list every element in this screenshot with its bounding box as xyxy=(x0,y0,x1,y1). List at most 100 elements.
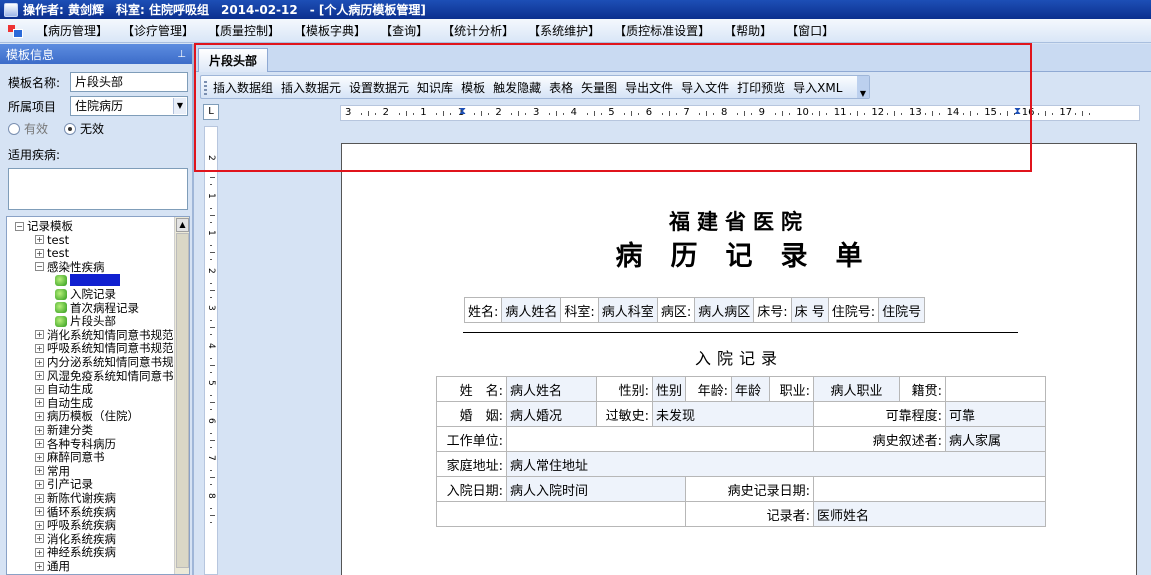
toolbar-overflow-icon[interactable]: ▼ xyxy=(857,76,869,98)
toolbar-button[interactable]: 导入文件 xyxy=(681,79,729,96)
field-native-place[interactable] xyxy=(945,376,1046,402)
project-select[interactable]: 住院病历 ▼ xyxy=(70,96,188,116)
tree-item[interactable]: + 新建分类 xyxy=(35,423,93,437)
tree-item[interactable]: − 记录模板 xyxy=(15,219,73,233)
radio-invalid[interactable] xyxy=(64,122,77,135)
left-indent-marker-icon[interactable]: ⧗ xyxy=(459,106,466,117)
tree-item[interactable]: + 内分泌系统知情同意书规 xyxy=(35,355,174,369)
expand-icon[interactable]: + xyxy=(35,452,44,462)
expand-icon[interactable]: + xyxy=(35,439,44,449)
expand-icon[interactable]: + xyxy=(35,384,44,394)
pin-icon[interactable]: ⊥ xyxy=(177,49,186,60)
vertical-ruler[interactable]: 2 1 1 2 3 4 5 6 7 8 xyxy=(204,126,218,575)
tree-item[interactable]: + test xyxy=(35,246,69,260)
tree-item[interactable]: + 消化系统知情同意书规范 xyxy=(35,328,174,342)
menu-medical-records[interactable]: 【病历管理】 xyxy=(36,22,108,39)
scroll-thumb[interactable] xyxy=(176,233,189,568)
header-field[interactable]: 病人病区 xyxy=(694,297,755,323)
field-admission-date[interactable]: 病人入院时间 xyxy=(505,476,687,502)
expand-icon[interactable]: + xyxy=(35,466,44,476)
menu-quality-control[interactable]: 【质量控制】 xyxy=(208,22,280,39)
chevron-down-icon[interactable]: ▼ xyxy=(173,98,186,114)
toolbar-button[interactable]: 表格 xyxy=(549,79,573,96)
expand-icon[interactable]: + xyxy=(35,520,44,530)
toolbar-button[interactable]: 知识库 xyxy=(417,79,453,96)
toolbar-button[interactable]: 导出文件 xyxy=(625,79,673,96)
tree-item[interactable]: + 呼吸系统疾病 xyxy=(35,518,116,532)
expand-icon[interactable]: + xyxy=(35,357,44,367)
menu-diagnosis[interactable]: 【诊疗管理】 xyxy=(122,22,194,39)
menu-template-dictionary[interactable]: 【模板字典】 xyxy=(294,22,366,39)
tree-item[interactable]: + 各种专科病历 xyxy=(35,437,116,451)
tree-item[interactable]: + 循环系统疾病 xyxy=(35,505,116,519)
scroll-up-icon[interactable]: ▲ xyxy=(176,218,189,232)
field-occupation[interactable]: 病人职业 xyxy=(813,376,901,402)
expand-icon[interactable]: + xyxy=(35,534,44,544)
field-marital[interactable]: 病人婚况 xyxy=(506,401,597,427)
expand-icon[interactable]: + xyxy=(35,235,44,245)
tree-item[interactable]: + 消化系统疾病 xyxy=(35,532,116,546)
expand-icon[interactable]: + xyxy=(35,507,44,517)
tree-item[interactable]: 片段头部 xyxy=(55,314,116,328)
tree-item[interactable]: + 新陈代谢疾病 xyxy=(35,491,116,505)
expand-icon[interactable]: + xyxy=(35,547,44,557)
field-history-date[interactable] xyxy=(813,476,1046,502)
toolbar-button[interactable]: 触发隐藏 xyxy=(493,79,541,96)
tree-item[interactable]: 首次病程记录 xyxy=(55,301,139,315)
tree-item[interactable] xyxy=(55,273,120,287)
expand-icon[interactable]: + xyxy=(35,561,44,571)
expand-icon[interactable]: + xyxy=(35,248,44,258)
toolbar-button[interactable]: 矢量图 xyxy=(581,79,617,96)
tree-item[interactable]: + 通用 xyxy=(35,559,70,573)
toolbar-grip-icon[interactable] xyxy=(204,81,207,95)
expand-icon[interactable]: + xyxy=(35,425,44,435)
tree-item[interactable]: + 常用 xyxy=(35,464,70,478)
toolbar-button[interactable]: 导入XML xyxy=(793,79,842,96)
field-gender[interactable]: 性别 xyxy=(651,376,687,402)
expand-icon[interactable]: + xyxy=(35,398,44,408)
toolbar-button[interactable]: 插入数据组 xyxy=(213,79,273,96)
toolbar-button[interactable]: 插入数据元 xyxy=(281,79,341,96)
tree-item[interactable]: + 病历模板（住院） xyxy=(35,409,139,423)
header-field[interactable]: 病人科室 xyxy=(597,297,658,323)
menu-system-maintenance[interactable]: 【系统维护】 xyxy=(528,22,600,39)
field-age[interactable]: 年龄 xyxy=(731,376,771,402)
tab-fragment-header[interactable]: 片段头部 xyxy=(198,48,268,72)
field-narrator[interactable]: 病人家属 xyxy=(945,426,1046,452)
expand-icon[interactable]: + xyxy=(35,330,44,340)
toolbar-button[interactable]: 打印预览 xyxy=(737,79,785,96)
tree-item[interactable]: + 自动生成 xyxy=(35,382,93,396)
document-page[interactable]: 福建省医院 病历记录单 姓名: 病人姓名 科室: 病人科室 病区: 病人病区 床号: 床 号住… xyxy=(341,143,1137,575)
tree-item[interactable]: + 麻醉同意书 xyxy=(35,450,105,464)
tree-item[interactable]: + 呼吸系统知情同意书规范 xyxy=(35,341,174,355)
field-allergy[interactable]: 未发现 xyxy=(651,401,815,427)
tree-item[interactable]: + 引产记录 xyxy=(35,477,93,491)
collapse-icon[interactable]: − xyxy=(35,262,44,272)
right-indent-marker-icon[interactable]: ⧗ xyxy=(1014,106,1021,117)
expand-icon[interactable]: + xyxy=(35,411,44,421)
tree-item[interactable]: + 神经系统疾病 xyxy=(35,545,116,559)
header-field[interactable]: 床 号 xyxy=(790,297,829,323)
header-field[interactable]: 住院号 xyxy=(878,297,926,323)
toolbar-button[interactable]: 模板 xyxy=(461,79,485,96)
tree-item[interactable]: + 自动生成 xyxy=(35,396,93,410)
tree-scrollbar[interactable]: ▲ xyxy=(174,217,189,574)
field-recorder[interactable]: 医师姓名 xyxy=(813,501,1046,527)
tree-item[interactable]: 入院记录 xyxy=(55,287,116,301)
applicable-disease-textarea[interactable] xyxy=(8,168,188,210)
field-name[interactable]: 病人姓名 xyxy=(506,376,597,402)
field-reliability[interactable]: 可靠 xyxy=(945,401,1046,427)
menu-window[interactable]: 【窗口】 xyxy=(786,22,834,39)
expand-icon[interactable]: + xyxy=(35,371,44,381)
tree-item[interactable]: + 风湿免疫系统知情同意书 xyxy=(35,369,174,383)
template-name-input[interactable]: 片段头部 xyxy=(70,72,188,92)
header-field[interactable]: 病人姓名 xyxy=(501,297,562,323)
mdi-window-icon[interactable] xyxy=(8,24,23,38)
menu-query[interactable]: 【查询】 xyxy=(380,22,428,39)
menu-qc-standards[interactable]: 【质控标准设置】 xyxy=(614,22,710,39)
collapse-icon[interactable]: − xyxy=(15,221,24,231)
expand-icon[interactable]: + xyxy=(35,343,44,353)
menu-help[interactable]: 【帮助】 xyxy=(724,22,772,39)
expand-icon[interactable]: + xyxy=(35,493,44,503)
toolbar-button[interactable]: 设置数据元 xyxy=(349,79,409,96)
